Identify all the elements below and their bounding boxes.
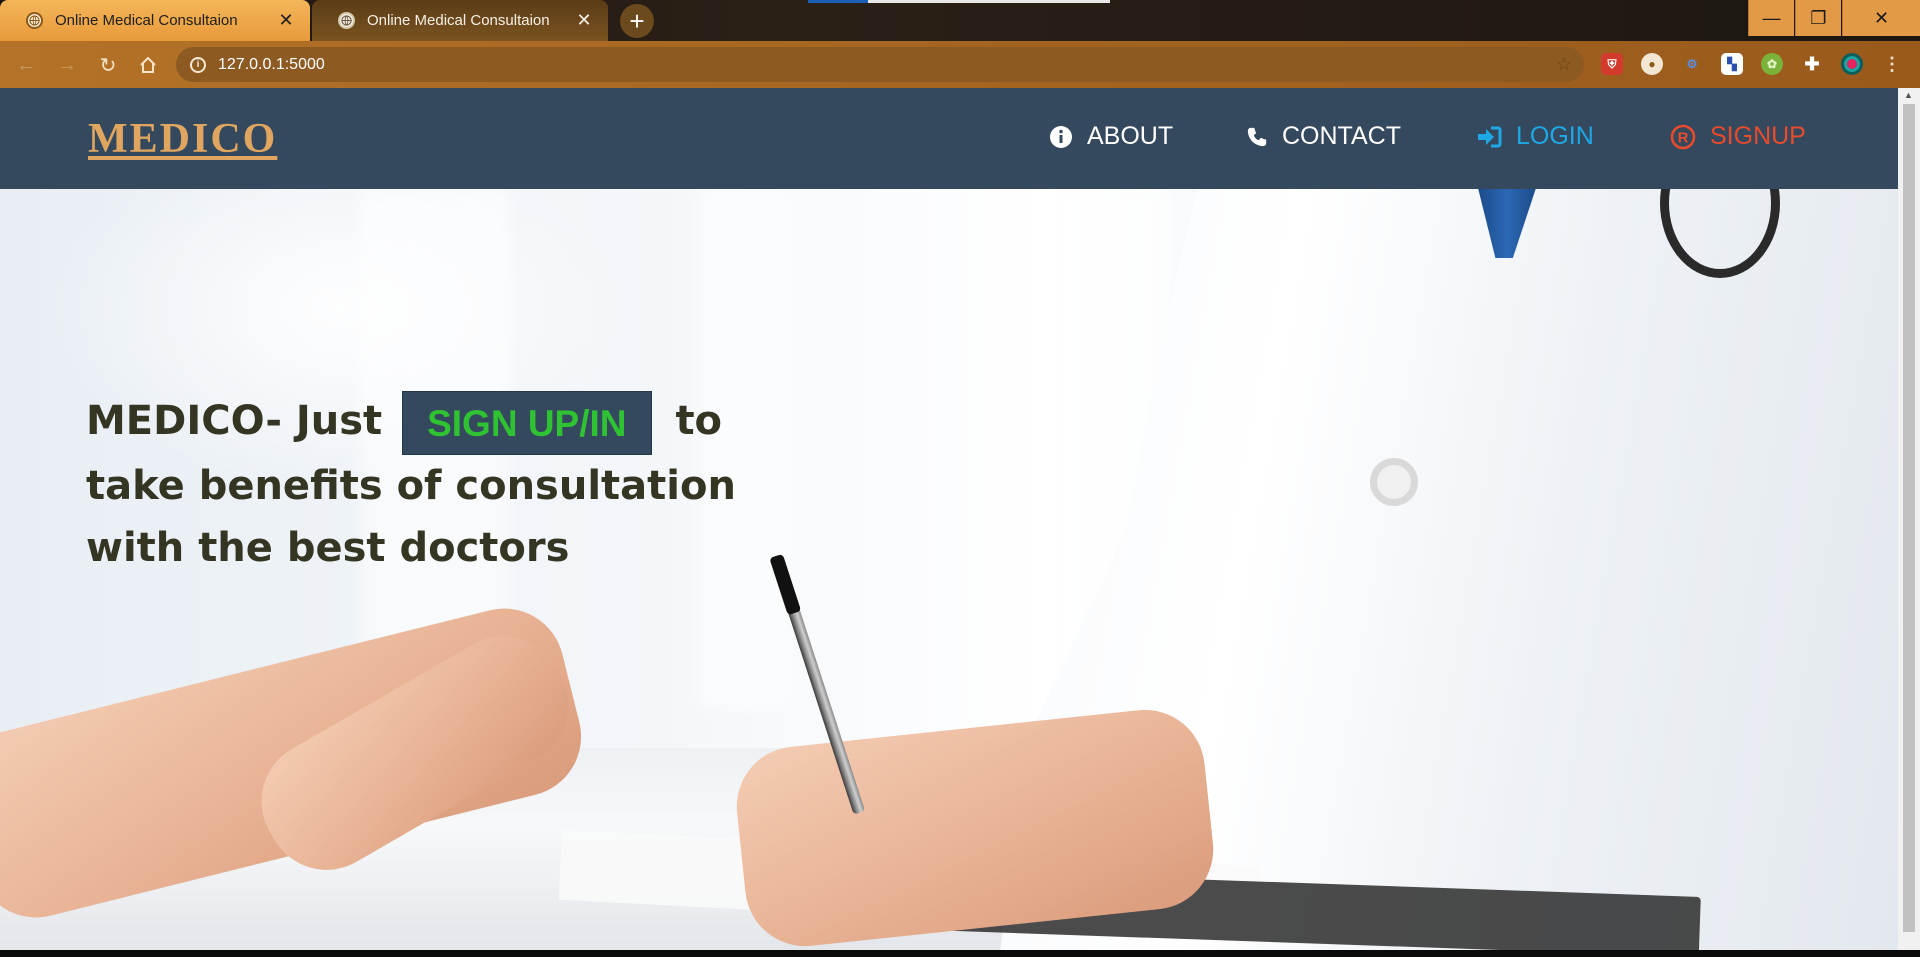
hero-headline: MEDICO- Just SIGN UP/IN to take benefits… — [86, 390, 766, 579]
browser-toolbar: ← → ↻ i 127.0.0.1:5000 ☆ ⛨ ● ⚙ ▚ ✿ ✚ ⋮ — [0, 41, 1920, 88]
phone-icon — [1246, 126, 1268, 148]
signup-signin-button[interactable]: SIGN UP/IN — [402, 391, 652, 455]
nav-login-link[interactable]: LOGIN — [1476, 122, 1594, 151]
tab-close-icon[interactable]: ✕ — [574, 10, 594, 31]
nav-contact-label: CONTACT — [1282, 122, 1401, 150]
nav-about-label: ABOUT — [1087, 122, 1174, 150]
site-navbar: MEDICO ABOUT CONTACT LOGIN R SIGNUP — [0, 88, 1898, 189]
tab-title: Online Medical Consultaion — [55, 12, 238, 29]
minimize-button[interactable]: — — [1748, 0, 1794, 36]
overlay-strip — [808, 0, 1110, 3]
page-viewport: MEDICO ABOUT CONTACT LOGIN R SIGNUP MEDI… — [0, 88, 1898, 950]
puzzle-icon[interactable]: ✚ — [1801, 53, 1823, 75]
sign-in-icon — [1476, 125, 1502, 149]
tab-close-icon[interactable]: ✕ — [276, 10, 296, 31]
bookmark-star-icon[interactable]: ☆ — [1556, 54, 1572, 75]
back-arrow-icon[interactable]: ← — [14, 53, 38, 77]
restore-button[interactable]: ❐ — [1795, 0, 1841, 36]
forward-arrow-icon[interactable]: → — [55, 53, 79, 77]
site-logo[interactable]: MEDICO — [88, 115, 277, 163]
hero-prefix: MEDICO- Just — [86, 398, 383, 444]
site-info-icon[interactable]: i — [190, 56, 206, 73]
scrollbar-thumb[interactable] — [1903, 104, 1915, 932]
registered-icon: R — [1670, 124, 1696, 150]
scroll-up-icon[interactable]: ▲ — [1904, 90, 1913, 100]
globe-icon — [338, 12, 355, 29]
new-tab-button[interactable]: + — [620, 4, 654, 38]
svg-text:R: R — [1678, 129, 1689, 146]
stethoscope-chestpiece — [1370, 458, 1418, 506]
flag-extension-icon[interactable]: ▚ — [1721, 53, 1743, 75]
page-scrollbar[interactable]: ▲ — [1898, 88, 1920, 950]
browser-tab-strip: Online Medical Consultaion ✕ Online Medi… — [0, 0, 1920, 41]
lock-extension-icon[interactable]: ● — [1641, 53, 1663, 75]
home-icon[interactable] — [136, 53, 160, 77]
address-url: 127.0.0.1:5000 — [218, 55, 325, 73]
translate-extension-icon[interactable]: ⚙ — [1681, 53, 1703, 75]
taskbar-edge — [0, 950, 1920, 957]
kebab-menu-icon[interactable]: ⋮ — [1881, 53, 1903, 75]
green-extension-icon[interactable]: ✿ — [1761, 53, 1783, 75]
nav-about-link[interactable]: ABOUT — [1049, 122, 1173, 151]
globe-icon — [26, 12, 43, 29]
nav-contact-link[interactable]: CONTACT — [1246, 122, 1401, 151]
info-circle-icon — [1049, 125, 1073, 149]
nav-signup-label: SIGNUP — [1710, 122, 1806, 150]
address-bar[interactable]: i 127.0.0.1:5000 ☆ — [176, 47, 1584, 82]
shield-extension-icon[interactable]: ⛨ — [1601, 53, 1623, 75]
close-window-button[interactable]: ✕ — [1842, 0, 1920, 36]
reload-icon[interactable]: ↻ — [96, 53, 120, 77]
nav-signup-link[interactable]: R SIGNUP — [1670, 122, 1806, 151]
browser-tab-active[interactable]: Online Medical Consultaion ✕ — [0, 0, 310, 41]
tab-title: Online Medical Consultaion — [367, 12, 550, 29]
profile-avatar-icon[interactable] — [1841, 53, 1863, 75]
browser-tab-inactive[interactable]: Online Medical Consultaion ✕ — [312, 0, 608, 41]
nav-login-label: LOGIN — [1516, 122, 1594, 150]
